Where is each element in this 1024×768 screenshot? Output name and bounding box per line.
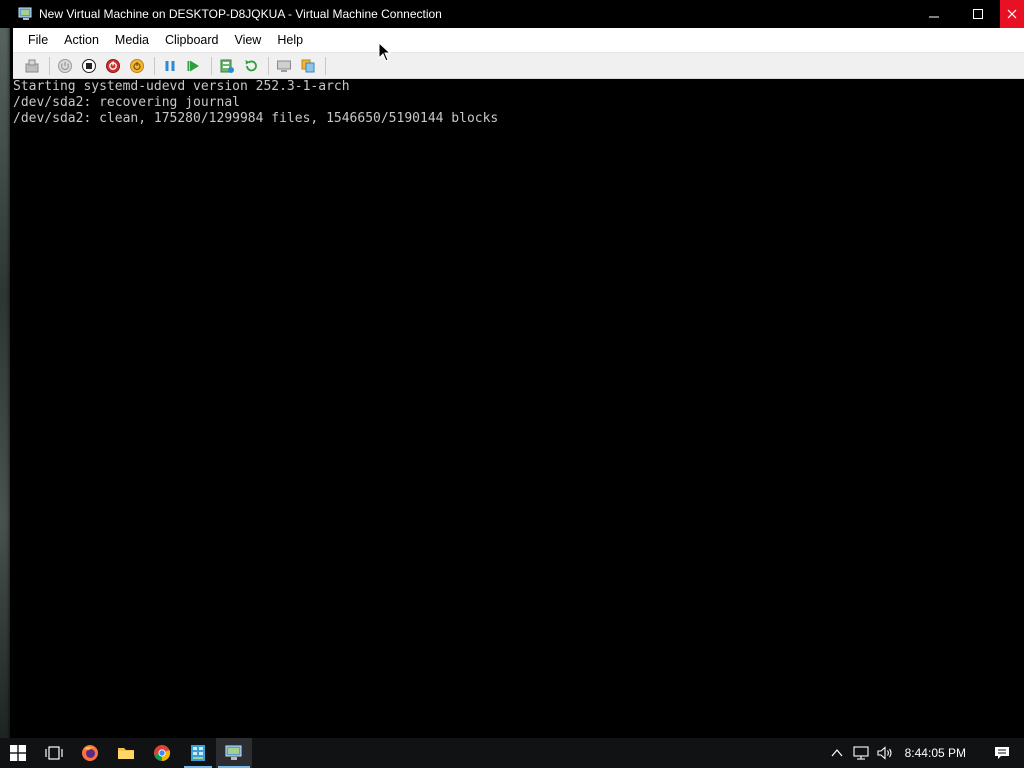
maximize-icon <box>973 9 983 19</box>
file-explorer-button[interactable] <box>108 738 144 768</box>
vm-connection-taskbar-button[interactable] <box>216 738 252 768</box>
checkpoint-button[interactable] <box>216 55 238 77</box>
taskbar-clock[interactable]: 8:44:05 PM <box>897 746 980 760</box>
hyper-v-manager-button[interactable] <box>180 738 216 768</box>
resume-button[interactable] <box>183 55 205 77</box>
vm-connection-icon <box>225 745 242 760</box>
start-button-taskbar[interactable] <box>0 738 36 768</box>
toolbar <box>13 53 1024 79</box>
menu-help[interactable]: Help <box>269 29 311 51</box>
menu-action[interactable]: Action <box>56 29 107 51</box>
toolbar-separator <box>268 56 269 75</box>
start-icon <box>58 58 72 73</box>
window-title: New Virtual Machine on DESKTOP-D8JQKUA -… <box>39 7 442 21</box>
vm-connection-window: New Virtual Machine on DESKTOP-D8JQKUA -… <box>0 0 1024 738</box>
menu-media[interactable]: Media <box>107 29 157 51</box>
save-button[interactable] <box>126 55 148 77</box>
share-icon <box>301 59 315 72</box>
system-tray: 8:44:05 PM <box>825 738 1024 768</box>
title-bar[interactable]: New Virtual Machine on DESKTOP-D8JQKUA -… <box>0 0 1024 28</box>
checkpoint-icon <box>220 59 234 73</box>
console-line: Starting systemd-udevd version 252.3-1-a… <box>13 79 350 94</box>
share-button[interactable] <box>297 55 319 77</box>
menu-bar: File Action Media Clipboard View Help <box>13 28 1024 53</box>
network-button[interactable] <box>849 738 873 768</box>
show-hidden-icons-button[interactable] <box>825 738 849 768</box>
close-button[interactable] <box>1000 0 1024 28</box>
vm-connection-icon <box>18 6 34 22</box>
file-explorer-icon <box>118 748 134 759</box>
firefox-button[interactable] <box>72 738 108 768</box>
task-view-button[interactable] <box>36 738 72 768</box>
action-center-button[interactable] <box>980 738 1024 768</box>
turn-off-icon <box>82 58 96 73</box>
ctrl-alt-del-button[interactable] <box>21 55 43 77</box>
chrome-button[interactable] <box>144 738 180 768</box>
revert-button[interactable] <box>240 55 262 77</box>
vm-console-screen[interactable]: Starting systemd-udevd version 252.3-1-a… <box>13 79 1024 738</box>
menu-view[interactable]: View <box>226 29 269 51</box>
notification-icon <box>995 747 1009 759</box>
maximize-button[interactable] <box>956 0 1000 28</box>
hyper-v-manager-icon <box>191 745 205 761</box>
toolbar-separator <box>154 56 155 75</box>
start-button[interactable] <box>54 55 76 77</box>
volume-button[interactable] <box>873 738 897 768</box>
task-view-icon <box>45 746 63 760</box>
minimize-button[interactable] <box>912 0 956 28</box>
shut-down-icon <box>106 58 120 73</box>
ctrl-alt-del-icon <box>25 59 39 72</box>
shut-down-button[interactable] <box>102 55 124 77</box>
revert-icon <box>245 59 257 71</box>
mouse-cursor-icon <box>378 42 392 62</box>
windows-start-icon <box>10 745 26 761</box>
chrome-icon <box>154 745 171 762</box>
toolbar-separator <box>211 56 212 75</box>
pause-button[interactable] <box>159 55 181 77</box>
toolbar-separator <box>49 56 50 75</box>
turn-off-button[interactable] <box>78 55 100 77</box>
toolbar-separator <box>325 56 326 75</box>
firefox-icon <box>82 745 98 761</box>
network-icon <box>853 746 869 760</box>
enhanced-session-icon <box>277 60 291 72</box>
speaker-icon <box>877 746 892 760</box>
menu-clipboard[interactable]: Clipboard <box>157 29 227 51</box>
save-icon <box>130 58 144 73</box>
console-line: /dev/sda2: recovering journal <box>13 95 240 110</box>
enhanced-session-button[interactable] <box>273 55 295 77</box>
pause-icon <box>165 60 175 71</box>
console-line: /dev/sda2: clean, 175280/1299984 files, … <box>13 111 499 126</box>
menu-file[interactable]: File <box>20 29 56 51</box>
chevron-up-icon <box>831 749 843 757</box>
minimize-icon <box>929 16 939 18</box>
close-icon <box>1007 9 1017 19</box>
resume-icon <box>187 60 199 71</box>
taskbar: 8:44:05 PM <box>0 738 1024 768</box>
